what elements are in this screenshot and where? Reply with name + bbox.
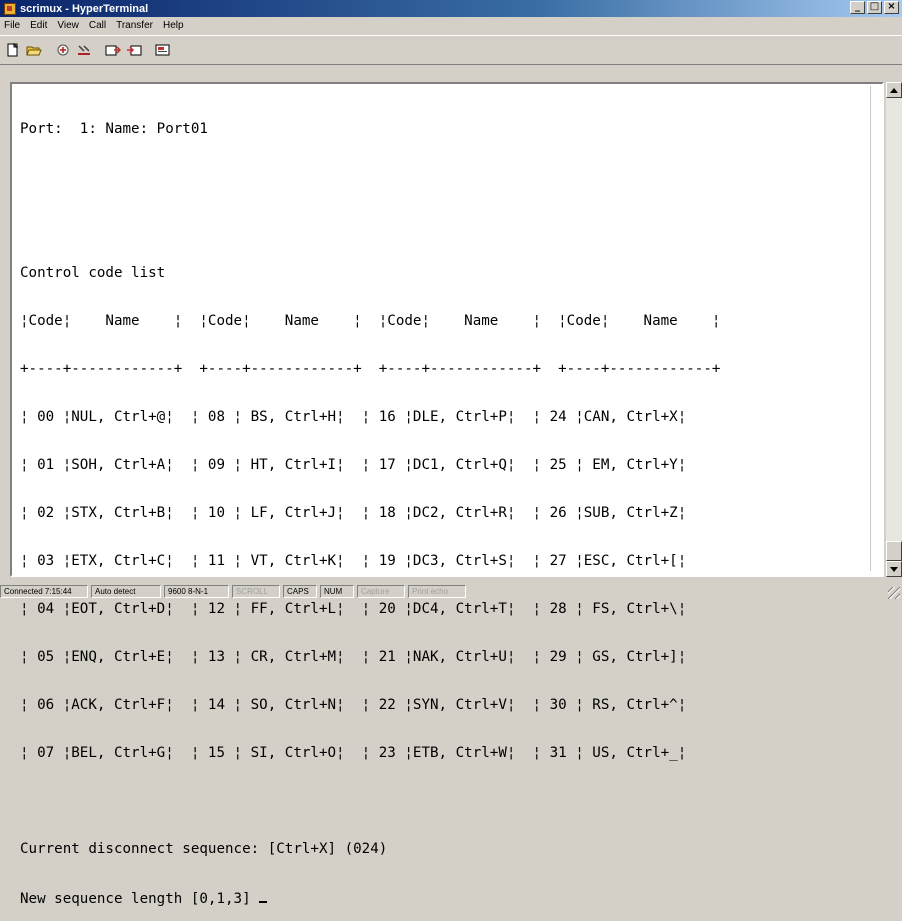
menu-transfer[interactable]: Transfer: [111, 20, 158, 31]
status-caps: CAPS: [283, 585, 317, 598]
menu-bar: File Edit View Call Transfer Help: [0, 17, 902, 34]
terminal-line: ¦ 05 ¦ENQ, Ctrl+E¦ ¦ 13 ¦ CR, Ctrl+M¦ ¦ …: [20, 649, 687, 665]
vertical-scrollbar[interactable]: [885, 82, 902, 577]
window-controls: _ □ ×: [850, 1, 899, 14]
terminal-line: ¦ 06 ¦ACK, Ctrl+F¦ ¦ 14 ¦ SO, Ctrl+N¦ ¦ …: [20, 697, 687, 713]
properties-icon[interactable]: [154, 41, 172, 59]
scrollbar-thumb[interactable]: [886, 541, 902, 561]
menu-edit[interactable]: Edit: [25, 20, 52, 31]
terminal-line: +----+------------+ +----+------------+ …: [20, 361, 721, 377]
terminal-line: Current disconnect sequence: [Ctrl+X] (0…: [20, 841, 388, 857]
receive-icon[interactable]: [125, 41, 143, 59]
maximize-button[interactable]: □: [867, 1, 882, 14]
toolbar: [0, 35, 902, 65]
open-icon[interactable]: [25, 41, 43, 59]
scroll-down-button[interactable]: [886, 561, 902, 577]
terminal-prompt: New sequence length [0,1,3]: [20, 891, 260, 907]
status-settings: 9600 8-N-1: [164, 585, 229, 598]
arrow-down-icon: [890, 566, 898, 572]
disconnect-icon[interactable]: [75, 41, 93, 59]
terminal-line: Control code list: [20, 265, 166, 281]
status-num: NUM: [320, 585, 354, 598]
new-connection-icon[interactable]: [4, 41, 22, 59]
hyperterminal-icon: [4, 2, 16, 15]
status-connected: Connected 7:15:44: [0, 585, 88, 598]
terminal-prompt-line: New sequence length [0,1,3]: [20, 889, 872, 907]
terminal-line: ¦ 01 ¦SOH, Ctrl+A¦ ¦ 09 ¦ HT, Ctrl+I¦ ¦ …: [20, 457, 687, 473]
status-bar: Connected 7:15:44 Auto detect 9600 8-N-1…: [0, 582, 902, 601]
terminal-text: Port: 1: Name: Port01 Control code list …: [20, 89, 872, 921]
menu-help[interactable]: Help: [158, 20, 189, 31]
terminal-line: ¦ 04 ¦EOT, Ctrl+D¦ ¦ 12 ¦ FF, Ctrl+L¦ ¦ …: [20, 601, 687, 617]
resize-grip-icon[interactable]: [888, 587, 900, 599]
terminal-line: ¦ 07 ¦BEL, Ctrl+G¦ ¦ 15 ¦ SI, Ctrl+O¦ ¦ …: [20, 745, 687, 761]
scroll-up-button[interactable]: [886, 82, 902, 98]
minimize-button[interactable]: _: [850, 1, 865, 14]
text-cursor: [259, 889, 268, 903]
terminal-line: Port: 1: Name: Port01: [20, 121, 208, 137]
status-print-echo: Print echo: [408, 585, 466, 598]
close-button[interactable]: ×: [884, 1, 899, 14]
terminal-line: ¦ 00 ¦NUL, Ctrl+@¦ ¦ 08 ¦ BS, Ctrl+H¦ ¦ …: [20, 409, 687, 425]
terminal-line: ¦ 03 ¦ETX, Ctrl+C¦ ¦ 11 ¦ VT, Ctrl+K¦ ¦ …: [20, 553, 687, 569]
send-icon[interactable]: [104, 41, 122, 59]
menu-call[interactable]: Call: [84, 20, 111, 31]
menu-view[interactable]: View: [52, 20, 84, 31]
window-title: scrimux - HyperTerminal: [20, 2, 149, 15]
status-scroll: SCROLL: [232, 585, 280, 598]
status-capture: Capture: [357, 585, 405, 598]
title-bar: scrimux - HyperTerminal _ □ ×: [0, 0, 902, 17]
terminal-line: ¦Code¦ Name ¦ ¦Code¦ Name ¦ ¦Code¦ Name …: [20, 313, 721, 329]
arrow-up-icon: [890, 87, 898, 93]
menu-file[interactable]: File: [0, 20, 25, 31]
status-detect: Auto detect: [91, 585, 161, 598]
terminal-line: ¦ 02 ¦STX, Ctrl+B¦ ¦ 10 ¦ LF, Ctrl+J¦ ¦ …: [20, 505, 687, 521]
call-icon[interactable]: [54, 41, 72, 59]
